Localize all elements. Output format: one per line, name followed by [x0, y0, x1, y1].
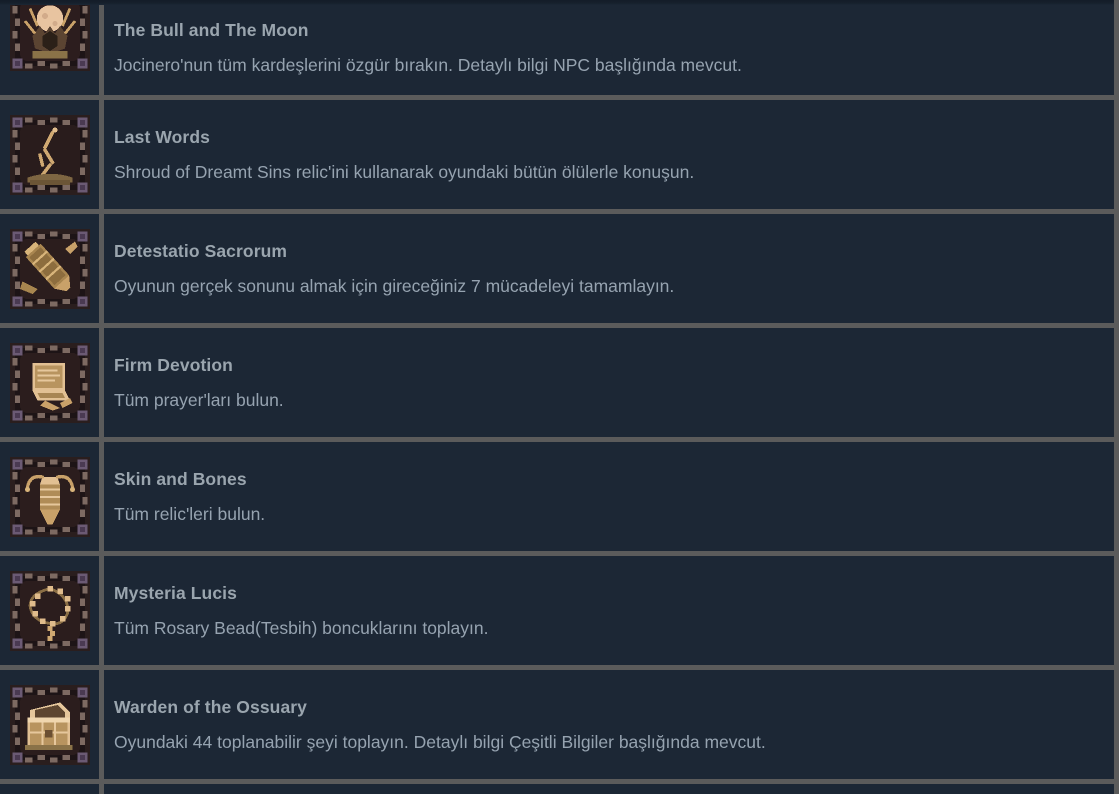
achievement-title: Last Words: [114, 127, 210, 147]
detestatio-sacrorum-icon: [9, 228, 90, 309]
achievement-row[interactable]: The Bull and The Moon Jocinero'nun tüm k…: [0, 0, 1114, 100]
achievement-row[interactable]: Last Words Shroud of Dreamt Sins relic'i…: [0, 100, 1114, 214]
bull-and-moon-icon: [9, 0, 90, 71]
achievement-title: Detestatio Sacrorum: [114, 241, 288, 261]
achievement-icon-cell: [0, 442, 104, 551]
achievement-description: Jocinero'nun tüm kardeşlerini özgür bıra…: [114, 55, 742, 75]
achievement-icon-cell: [0, 784, 104, 794]
achievement-row[interactable]: Detestatio Sacrorum Oyunun gerçek sonunu…: [0, 214, 1114, 328]
achievement-list-panel[interactable]: The Bull and The Moon Jocinero'nun tüm k…: [0, 0, 1119, 794]
achievement-description: Oyunun gerçek sonunu almak için gireceği…: [114, 276, 675, 296]
achievement-row-partial[interactable]: [0, 784, 1114, 794]
achievement-description: Tüm Rosary Bead(Tesbih) boncuklarını top…: [114, 618, 489, 638]
skin-and-bones-icon: [9, 456, 90, 537]
achievement-icon-cell: [0, 556, 104, 665]
achievement-icon-cell: [0, 328, 104, 437]
achievement-title: Skin and Bones: [114, 469, 247, 489]
achievement-text-cell: Mysteria Lucis Tüm Rosary Bead(Tesbih) b…: [104, 556, 1114, 665]
warden-of-the-ossuary-icon: [9, 684, 90, 765]
achievement-description: Oyundaki 44 toplanabilir şeyi toplayın. …: [114, 732, 766, 752]
achievement-row[interactable]: Firm Devotion Tüm prayer'ları bulun.: [0, 328, 1114, 442]
achievement-title: Mysteria Lucis: [114, 583, 237, 603]
achievement-description: Tüm prayer'ları bulun.: [114, 390, 284, 410]
mysteria-lucis-icon: [9, 570, 90, 651]
achievement-text-cell: Last Words Shroud of Dreamt Sins relic'i…: [104, 100, 1114, 209]
last-words-icon: [9, 114, 90, 195]
achievement-icon-cell: [0, 214, 104, 323]
achievement-description: Shroud of Dreamt Sins relic'ini kullanar…: [114, 162, 695, 182]
achievement-icon-cell: [0, 0, 104, 95]
achievement-text-cell: Detestatio Sacrorum Oyunun gerçek sonunu…: [104, 214, 1114, 323]
achievement-title: Firm Devotion: [114, 355, 233, 375]
achievement-text-cell: [104, 784, 1114, 794]
achievement-rows-viewport: The Bull and The Moon Jocinero'nun tüm k…: [0, 0, 1114, 794]
achievement-icon-cell: [0, 670, 104, 779]
achievement-icon-cell: [0, 100, 104, 209]
achievement-title: Warden of the Ossuary: [114, 697, 308, 717]
achievement-row[interactable]: Skin and Bones Tüm relic'leri bulun.: [0, 442, 1114, 556]
achievement-row[interactable]: Mysteria Lucis Tüm Rosary Bead(Tesbih) b…: [0, 556, 1114, 670]
achievement-description: Tüm relic'leri bulun.: [114, 504, 266, 524]
firm-devotion-icon: [9, 342, 90, 423]
achievement-text-cell: Skin and Bones Tüm relic'leri bulun.: [104, 442, 1114, 551]
achievement-text-cell: The Bull and The Moon Jocinero'nun tüm k…: [104, 0, 1114, 95]
achievement-row[interactable]: Warden of the Ossuary Oyundaki 44 toplan…: [0, 670, 1114, 784]
achievement-text-cell: Warden of the Ossuary Oyundaki 44 toplan…: [104, 670, 1114, 779]
achievement-text-cell: Firm Devotion Tüm prayer'ları bulun.: [104, 328, 1114, 437]
achievement-title: The Bull and The Moon: [114, 20, 309, 40]
